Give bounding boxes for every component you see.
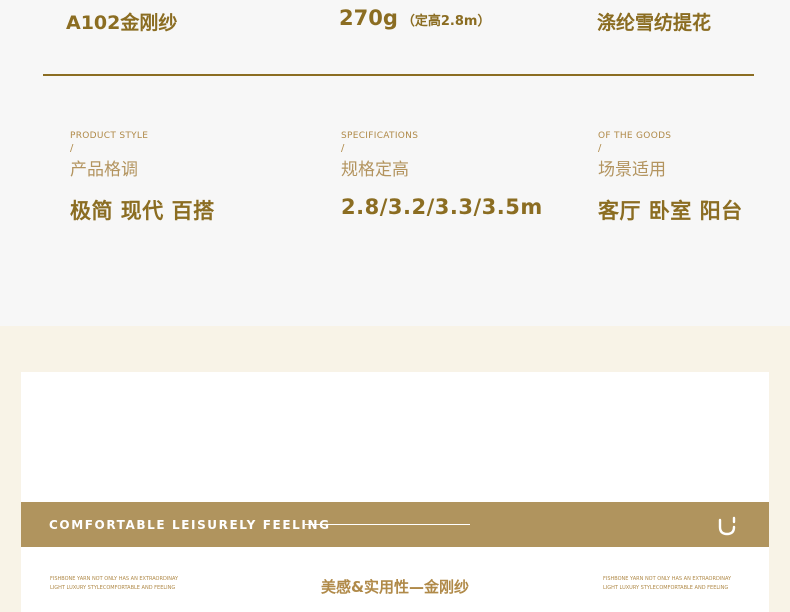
spec-usage-scenes: OF THE GOODS / 场景适用 客厅 卧室 阳台 bbox=[598, 130, 743, 225]
spec-value: 客厅 卧室 阳台 bbox=[598, 199, 743, 223]
spec-en-label: OF THE GOODS bbox=[598, 131, 672, 141]
spec-slash: / bbox=[70, 143, 74, 154]
top-attributes-row: A102金刚纱 270g （定高2.8m） 涤纶雪纺提花 bbox=[0, 0, 790, 75]
spec-value: 极简 现代 百搭 bbox=[70, 199, 215, 223]
feature-banner: COMFORTABLE LEISURELY FEELING bbox=[21, 502, 769, 547]
caption-right: FISHBONE YARN NOT ONLY HAS AN EXTRAORDIN… bbox=[603, 575, 731, 593]
section-divider bbox=[43, 74, 754, 76]
u-logo-icon bbox=[718, 516, 736, 536]
spec-slash: / bbox=[598, 143, 602, 154]
banner-rule bbox=[305, 524, 470, 525]
spec-en-label: PRODUCT STYLE bbox=[70, 131, 149, 141]
spec-slash: / bbox=[341, 143, 345, 154]
model-name: A102金刚纱 bbox=[66, 12, 178, 34]
product-photo-area bbox=[21, 372, 769, 502]
bottom-caption-strip: FISHBONE YARN NOT ONLY HAS AN EXTRAORDIN… bbox=[21, 547, 769, 612]
banner-title: COMFORTABLE LEISURELY FEELING bbox=[49, 518, 331, 532]
spec-cn-label: 规格定高 bbox=[341, 160, 409, 180]
spec-cn-label: 产品格调 bbox=[70, 160, 138, 180]
fabric-weight: 270g （定高2.8m） bbox=[339, 6, 490, 30]
caption-right-line2: LIGHT LUXURY STYLECOMFORTABLE AND FEELIN… bbox=[603, 585, 729, 591]
spec-product-style: PRODUCT STYLE / 产品格调 极简 现代 百搭 bbox=[70, 130, 215, 225]
spec-en-label: SPECIFICATIONS bbox=[341, 131, 419, 141]
caption-right-line1: FISHBONE YARN NOT ONLY HAS AN EXTRAORDIN… bbox=[603, 576, 732, 582]
weight-note: （定高2.8m） bbox=[401, 14, 491, 29]
fabric-material: 涤纶雪纺提花 bbox=[597, 12, 712, 34]
spec-cn-label: 场景适用 bbox=[598, 160, 666, 180]
spec-specifications: SPECIFICATIONS / 规格定高 2.8/3.2/3.3/3.5m bbox=[341, 130, 543, 219]
weight-value: 270g bbox=[339, 6, 398, 30]
spec-value: 2.8/3.2/3.3/3.5m bbox=[341, 195, 543, 219]
